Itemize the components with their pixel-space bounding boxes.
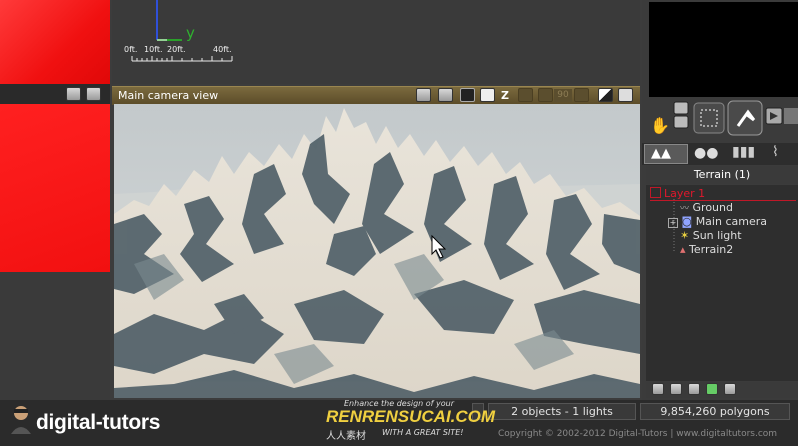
- tree-item-label: Ground: [692, 201, 733, 214]
- contrast-icon[interactable]: [598, 88, 613, 102]
- y-axis-label: y: [186, 24, 195, 42]
- render-preview[interactable]: [649, 2, 798, 97]
- camera-view-title: Main camera view: [118, 89, 219, 102]
- copyright-text: Copyright © 2002-2012 Digital-Tutors | w…: [498, 429, 778, 439]
- digital-tutors-logo-text: digital-tutors: [36, 411, 161, 434]
- z-button[interactable]: Z: [501, 89, 509, 102]
- digital-tutors-logo-icon: [11, 406, 31, 434]
- scale-label-10: 10ft.: [144, 45, 163, 54]
- tree-item-sun-light[interactable]: ✶ Sun light: [680, 229, 742, 242]
- tree-item-label: Terrain2: [689, 243, 734, 256]
- tree-item-label: Sun light: [692, 229, 742, 242]
- empty-view: [0, 272, 110, 400]
- terrain-render: [114, 104, 640, 398]
- navigation-controls: ✋: [642, 100, 798, 140]
- tree-item-ground[interactable]: 〰 Ground: [680, 201, 733, 214]
- scale-label-20: 20ft.: [167, 45, 186, 54]
- perspective-view-red[interactable]: [0, 0, 110, 84]
- group-icon[interactable]: [688, 383, 700, 395]
- render-options-icon[interactable]: [86, 87, 101, 101]
- polygons-status: 9,854,260 polygons: [640, 403, 790, 420]
- camera-target-icon[interactable]: [480, 88, 495, 102]
- objects-status: 2 objects - 1 lights: [488, 403, 636, 420]
- watermark-chinese: 人人素材: [326, 431, 366, 442]
- add-icon[interactable]: [706, 383, 718, 395]
- scene-tree: Layer 1 〰 Ground + ◙ Main camera ✶ Sun l…: [646, 185, 798, 381]
- object-tabs: ▲▲ ●● ▮▮▮ ⌇: [642, 143, 798, 165]
- tree-lines: [673, 199, 675, 251]
- new-item-icon[interactable]: [652, 383, 664, 395]
- view-toolbar-left: [0, 84, 110, 104]
- camera-view-header: Main camera view Z 90: [112, 86, 640, 105]
- terrain-tab[interactable]: ▲▲: [644, 144, 688, 164]
- side-view-red[interactable]: [0, 104, 110, 272]
- zoom-value[interactable]: 90: [554, 89, 572, 102]
- hand-pan-icon[interactable]: ✋: [650, 116, 670, 135]
- axis-scale-graphic: [131, 0, 233, 62]
- scale-label-0: 0ft.: [124, 45, 138, 54]
- delete-icon[interactable]: [670, 383, 682, 395]
- options-icon[interactable]: [724, 383, 736, 395]
- mountain-icon: ▲▲: [651, 146, 671, 161]
- next-icon[interactable]: [574, 88, 589, 102]
- save-icon[interactable]: [618, 88, 633, 102]
- top-view[interactable]: y 0ft. 10ft. 20ft. 40ft.: [112, 0, 640, 84]
- expand-icon[interactable]: [650, 187, 661, 198]
- watermark-subtitle: WITH A GREAT SITE!: [382, 428, 464, 437]
- watermark-brand: RENRENSUCAI.COM: [326, 407, 496, 426]
- spheres-tab-icon[interactable]: ●●: [694, 145, 718, 161]
- render-view-icon[interactable]: [66, 87, 81, 101]
- wave-tab-icon[interactable]: ⌇: [772, 144, 779, 160]
- columns-tab-icon[interactable]: ▮▮▮: [732, 144, 755, 160]
- prev-icon[interactable]: [538, 88, 553, 102]
- render-options-icon[interactable]: [438, 88, 453, 102]
- camera-icon: ◙: [681, 215, 693, 228]
- tree-item-label: Main camera: [695, 215, 767, 228]
- section-title: Terrain (1): [646, 166, 798, 184]
- tree-toolbar: [646, 382, 798, 398]
- render-view-icon[interactable]: [416, 88, 431, 102]
- display-mode-icon[interactable]: [460, 88, 475, 102]
- pan-icon[interactable]: [518, 88, 533, 102]
- scale-label-40: 40ft.: [213, 45, 232, 54]
- tree-item-main-camera[interactable]: + ◙ Main camera: [668, 215, 767, 228]
- tree-item-terrain[interactable]: ▴ Terrain2: [680, 243, 733, 256]
- camera-viewport[interactable]: [114, 104, 640, 398]
